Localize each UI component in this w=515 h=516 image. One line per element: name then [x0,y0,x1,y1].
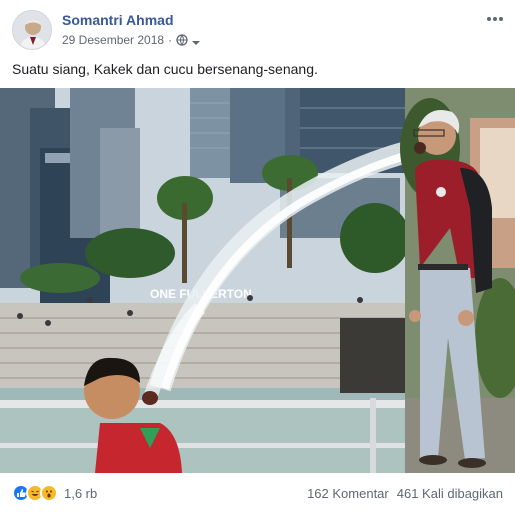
comment-count-link[interactable]: 162 Komentar [307,486,389,501]
author-avatar[interactable] [12,10,52,50]
post-date[interactable]: 29 Desember 2018 [62,33,164,47]
post-meta: 29 Desember 2018 · [62,33,201,47]
post-footer: 1,6 rb 162 Komentar 461 Kali dibagikan [0,476,515,512]
wow-reaction-icon [40,484,58,502]
post-header: Somantri Ahmad 29 Desember 2018 · [0,0,515,56]
engagement-counts: 162 Komentar 461 Kali dibagikan [307,486,503,501]
share-count-link[interactable]: 461 Kali dibagikan [397,486,503,501]
meta-separator: · [168,33,173,47]
reaction-count[interactable]: 1,6 rb [64,486,97,501]
reaction-summary[interactable]: 1,6 rb [12,484,97,502]
post-photo[interactable]: ONE FULLERTON [0,88,515,473]
photo-collage: ONE FULLERTON [0,88,515,473]
more-options-icon[interactable] [483,8,507,30]
author-name[interactable]: Somantri Ahmad [62,12,174,28]
facebook-post: Somantri Ahmad 29 Desember 2018 · Suatu … [0,0,515,516]
globe-icon[interactable] [176,34,188,46]
post-caption: Suatu siang, Kakek dan cucu bersenang-se… [12,61,318,77]
privacy-chevron-down-icon[interactable] [192,36,201,45]
avatar-image [13,11,51,49]
